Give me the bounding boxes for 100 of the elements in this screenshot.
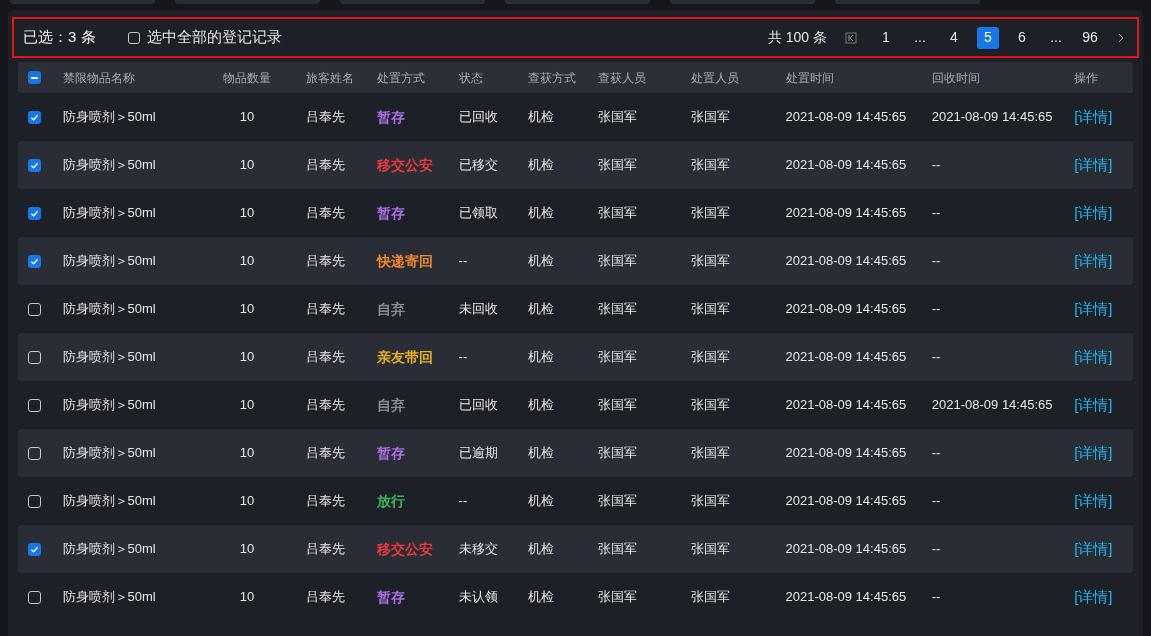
checkbox[interactable] [28, 350, 41, 364]
check-icon [30, 256, 39, 266]
table-cell: 吕奉先 [306, 109, 346, 125]
checkbox[interactable] [28, 398, 41, 412]
details-link[interactable]: [详情] [1074, 539, 1113, 557]
table-cell: 吕奉先 [306, 349, 346, 365]
table-cell: 2021-08-09 14:45:65 [785, 397, 907, 413]
page-button[interactable]: 96 [1079, 26, 1101, 49]
table-cell: -- [931, 253, 941, 269]
table-cell: 2021-08-09 14:45:65 [785, 445, 907, 461]
table-cell: 移交公安 [377, 156, 434, 173]
column-header: 旅客姓名 [306, 70, 355, 85]
table-cell: -- [931, 205, 941, 221]
table-cell: 10 [239, 541, 255, 557]
checkbox[interactable] [28, 302, 41, 316]
checkbox[interactable] [28, 71, 41, 84]
table-cell: 暂存 [377, 108, 406, 125]
table-cell: 2021-08-09 14:45:65 [785, 541, 907, 557]
table-cell: 防身喷剂＞50ml [62, 205, 156, 221]
details-link[interactable]: [详情] [1074, 155, 1113, 173]
page-button[interactable]: 6 [1011, 26, 1033, 49]
table-cell: 张国军 [598, 301, 637, 317]
page-button[interactable]: ... [1045, 26, 1067, 49]
page-button[interactable]: 1 [875, 26, 897, 49]
table-cell: 2021-08-09 14:45:65 [931, 109, 1053, 125]
page-button[interactable]: 5 [977, 26, 999, 49]
checkbox[interactable] [28, 110, 41, 124]
checkbox[interactable] [28, 590, 41, 604]
table-cell: 张国军 [598, 493, 637, 509]
table-cell: 2021-08-09 14:45:65 [785, 205, 907, 221]
column-header: 操作 [1074, 70, 1099, 85]
details-link[interactable]: [详情] [1074, 347, 1113, 365]
table-cell: 张国军 [691, 397, 731, 413]
table-cell: 防身喷剂＞50ml [62, 301, 156, 317]
details-link[interactable]: [详情] [1074, 107, 1113, 125]
table-cell: 机检 [528, 349, 555, 365]
table-cell: 防身喷剂＞50ml [62, 157, 156, 173]
table-cell: 吕奉先 [306, 445, 346, 461]
selected-count: 已选：3 条 [23, 27, 96, 48]
table-cell: -- [458, 349, 468, 365]
table-cell: 张国军 [598, 541, 637, 557]
table-cell: 已移交 [458, 157, 498, 173]
table-cell: 2021-08-09 14:45:65 [785, 109, 907, 125]
table-cell: 机检 [528, 397, 555, 413]
column-header: 处置时间 [785, 70, 834, 85]
details-link[interactable]: [详情] [1074, 251, 1113, 269]
table-cell: 机检 [528, 157, 555, 173]
column-header: 物品数量 [223, 70, 272, 85]
table-cell: 2021-08-09 14:45:65 [785, 253, 907, 269]
table-cell: 张国军 [691, 157, 731, 173]
table-cell: 吕奉先 [306, 253, 346, 269]
table-cell: 防身喷剂＞50ml [62, 397, 156, 413]
table-cell: 亲友带回 [377, 348, 434, 365]
table-cell: 机检 [528, 301, 555, 317]
page-button[interactable]: 4 [943, 26, 965, 49]
table-cell: 自弃 [377, 300, 406, 317]
table-cell: 吕奉先 [306, 397, 346, 413]
checkbox[interactable] [28, 158, 41, 172]
table-cell: 未认领 [458, 589, 498, 605]
details-link[interactable]: [详情] [1074, 587, 1113, 605]
check-icon [30, 160, 39, 170]
table-cell: -- [931, 493, 941, 509]
details-link[interactable]: [详情] [1074, 203, 1113, 221]
checkbox[interactable] [28, 542, 41, 556]
table-cell: 张国军 [691, 301, 731, 317]
checkbox[interactable] [28, 206, 41, 220]
table-cell: 已领取 [458, 205, 498, 221]
table-cell: 张国军 [598, 397, 637, 413]
details-link[interactable]: [详情] [1074, 491, 1113, 509]
column-header: 处置方式 [377, 70, 426, 85]
column-header: 查获方式 [528, 70, 577, 85]
table-cell: 防身喷剂＞50ml [62, 589, 156, 605]
table-cell: 防身喷剂＞50ml [62, 253, 156, 269]
table-cell: 10 [239, 349, 255, 365]
checkbox[interactable] [28, 254, 41, 268]
table-cell: 吕奉先 [306, 157, 346, 173]
table-cell: 2021-08-09 14:45:65 [785, 589, 907, 605]
check-icon [30, 544, 39, 554]
table-cell: 机检 [528, 253, 555, 269]
table-cell: -- [931, 541, 941, 557]
table-cell: 吕奉先 [306, 493, 346, 509]
table-cell: 张国军 [691, 109, 731, 125]
select-all-checkbox[interactable]: 选中全部的登记记录 [127, 26, 282, 49]
table-cell: 10 [239, 397, 255, 413]
details-link[interactable]: [详情] [1074, 443, 1113, 461]
check-icon [30, 112, 39, 122]
details-link[interactable]: [详情] [1074, 299, 1113, 317]
table-cell: 吕奉先 [306, 205, 346, 221]
page-button[interactable]: ... [909, 26, 931, 49]
next-page-icon[interactable] [1117, 31, 1125, 44]
table-cell: 10 [239, 109, 255, 125]
table-cell: 防身喷剂＞50ml [62, 541, 156, 557]
table-cell: 暂存 [377, 444, 406, 461]
first-page-icon[interactable] [845, 31, 857, 44]
checkbox[interactable] [28, 494, 41, 508]
table-cell: 自弃 [377, 396, 406, 413]
checkbox[interactable] [28, 446, 41, 460]
details-link[interactable]: [详情] [1074, 395, 1113, 413]
table-cell: -- [931, 157, 941, 173]
table-cell: 张国军 [598, 109, 637, 125]
